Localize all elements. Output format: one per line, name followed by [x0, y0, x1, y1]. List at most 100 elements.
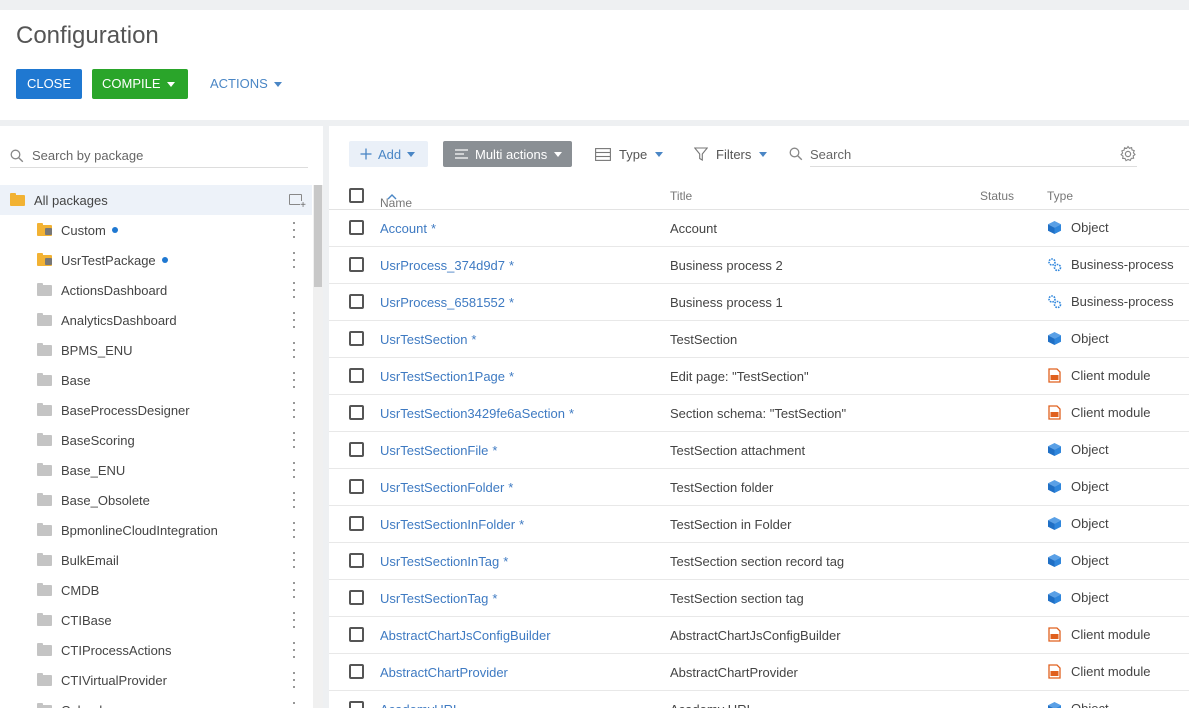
kebab-menu-icon[interactable]: [292, 252, 296, 268]
table-row[interactable]: AbstractChartJsConfigBuilder AbstractChar…: [329, 617, 1189, 654]
filters-button[interactable]: Filters: [694, 141, 768, 167]
scrollbar-thumb[interactable]: [314, 185, 322, 287]
schema-name-link[interactable]: UsrTestSectionInFolder *: [380, 517, 524, 532]
schema-name-link[interactable]: UsrTestSectionInTag *: [380, 554, 508, 569]
package-item[interactable]: BPMS_ENU: [0, 335, 312, 365]
package-item[interactable]: BpmonlineCloudIntegration: [0, 515, 312, 545]
table-row[interactable]: UsrProcess_6581552 * Business process 1 Bus…: [329, 284, 1189, 321]
package-item[interactable]: CTIProcessActions: [0, 635, 312, 665]
grid-search-input[interactable]: Search: [789, 141, 1137, 167]
kebab-menu-icon[interactable]: [292, 552, 296, 568]
table-row[interactable]: UsrTestSectionFile * TestSection attachmen…: [329, 432, 1189, 469]
package-item[interactable]: BaseProcessDesigner: [0, 395, 312, 425]
schema-title: Edit page: "TestSection": [670, 369, 809, 384]
table-row[interactable]: UsrTestSectionTag * TestSection section ta…: [329, 580, 1189, 617]
close-button[interactable]: CLOSE: [16, 69, 82, 99]
row-checkbox[interactable]: [349, 442, 364, 457]
package-item[interactable]: Calendar: [0, 695, 312, 708]
kebab-menu-icon[interactable]: [292, 462, 296, 478]
plus-icon: [360, 148, 372, 160]
package-item[interactable]: CTIBase: [0, 605, 312, 635]
column-type-header[interactable]: Type: [1047, 189, 1073, 203]
kebab-menu-icon[interactable]: [292, 282, 296, 298]
column-title-header[interactable]: Title: [670, 189, 692, 203]
package-item[interactable]: Base: [0, 365, 312, 395]
package-item[interactable]: Base_ENU: [0, 455, 312, 485]
row-checkbox[interactable]: [349, 405, 364, 420]
schema-name-link[interactable]: AbstractChartJsConfigBuilder: [380, 628, 551, 643]
actions-button[interactable]: ACTIONS: [200, 69, 292, 99]
kebab-menu-icon[interactable]: [292, 582, 296, 598]
package-item[interactable]: BaseScoring: [0, 425, 312, 455]
table-row[interactable]: UsrTestSectionInTag * TestSection section …: [329, 543, 1189, 580]
kebab-menu-icon[interactable]: [292, 342, 296, 358]
row-checkbox[interactable]: [349, 701, 364, 708]
row-checkbox[interactable]: [349, 664, 364, 679]
schema-name-link[interactable]: UsrTestSectionFolder *: [380, 480, 513, 495]
kebab-menu-icon[interactable]: [292, 642, 296, 658]
package-item-all[interactable]: All packages: [0, 185, 312, 215]
package-search-input[interactable]: Search by package: [10, 144, 308, 168]
kebab-menu-icon[interactable]: [292, 222, 296, 238]
package-item[interactable]: CMDB: [0, 575, 312, 605]
add-button[interactable]: Add: [349, 141, 428, 167]
compile-button[interactable]: COMPILE: [92, 69, 188, 99]
package-item[interactable]: ActionsDashboard: [0, 275, 312, 305]
table-row[interactable]: UsrProcess_374d9d7 * Business process 2 Bus…: [329, 247, 1189, 284]
package-item[interactable]: AnalyticsDashboard: [0, 305, 312, 335]
row-checkbox[interactable]: [349, 516, 364, 531]
package-item[interactable]: BulkEmail: [0, 545, 312, 575]
schema-name-link[interactable]: UsrTestSection *: [380, 332, 476, 347]
schema-name-link[interactable]: Account *: [380, 221, 436, 236]
table-row[interactable]: UsrTestSection * TestSection Object: [329, 321, 1189, 358]
column-name-header[interactable]: Name: [380, 189, 412, 210]
gear-icon[interactable]: [1119, 145, 1137, 163]
package-item[interactable]: CTIVirtualProvider: [0, 665, 312, 695]
row-checkbox[interactable]: [349, 294, 364, 309]
package-scrollbar[interactable]: [313, 185, 323, 708]
table-row[interactable]: AcademyURL Academy URL Object: [329, 691, 1189, 708]
table-row[interactable]: UsrTestSection3429fe6aSection * Section sc…: [329, 395, 1189, 432]
table-row[interactable]: UsrTestSectionInFolder * TestSection in Fo…: [329, 506, 1189, 543]
table-row[interactable]: UsrTestSection1Page * Edit page: "TestSect…: [329, 358, 1189, 395]
row-checkbox[interactable]: [349, 220, 364, 235]
kebab-menu-icon[interactable]: [292, 492, 296, 508]
kebab-menu-icon[interactable]: [292, 312, 296, 328]
schema-name-link[interactable]: AcademyURL: [380, 702, 460, 708]
schema-name: UsrTestSectionFolder: [380, 480, 505, 495]
kebab-menu-icon[interactable]: [292, 702, 296, 708]
row-checkbox[interactable]: [349, 479, 364, 494]
row-checkbox[interactable]: [349, 331, 364, 346]
schema-name-link[interactable]: AbstractChartProvider: [380, 665, 508, 680]
schema-name-link[interactable]: UsrTestSectionFile *: [380, 443, 497, 458]
schema-name-link[interactable]: UsrTestSection1Page *: [380, 369, 514, 384]
type-filter-button[interactable]: Type: [595, 141, 664, 167]
column-status-header[interactable]: Status: [980, 189, 1014, 203]
kebab-menu-icon[interactable]: [292, 402, 296, 418]
kebab-menu-icon[interactable]: [292, 522, 296, 538]
package-item[interactable]: Custom: [0, 215, 312, 245]
schema-name-link[interactable]: UsrTestSection3429fe6aSection *: [380, 406, 574, 421]
add-folder-icon[interactable]: [289, 194, 306, 211]
table-row[interactable]: AbstractChartProvider AbstractChartProvid…: [329, 654, 1189, 691]
package-item[interactable]: Base_Obsolete: [0, 485, 312, 515]
select-all-checkbox[interactable]: [349, 188, 364, 203]
row-checkbox[interactable]: [349, 553, 364, 568]
multi-actions-button[interactable]: Multi actions: [443, 141, 572, 167]
schema-name-link[interactable]: UsrProcess_374d9d7 *: [380, 258, 514, 273]
row-checkbox[interactable]: [349, 627, 364, 642]
kebab-menu-icon[interactable]: [292, 672, 296, 688]
schema-name-link[interactable]: UsrProcess_6581552 *: [380, 295, 514, 310]
kebab-menu-icon[interactable]: [292, 372, 296, 388]
table-row[interactable]: Account * Account Object: [329, 210, 1189, 247]
row-checkbox[interactable]: [349, 257, 364, 272]
package-item[interactable]: UsrTestPackage: [0, 245, 312, 275]
kebab-menu-icon[interactable]: [292, 432, 296, 448]
row-checkbox[interactable]: [349, 590, 364, 605]
row-checkbox[interactable]: [349, 368, 364, 383]
schema-name-link[interactable]: UsrTestSectionTag *: [380, 591, 497, 606]
folder-icon: [37, 402, 52, 416]
schema-type-label: Object: [1071, 516, 1109, 531]
table-row[interactable]: UsrTestSectionFolder * TestSection folder O…: [329, 469, 1189, 506]
kebab-menu-icon[interactable]: [292, 612, 296, 628]
